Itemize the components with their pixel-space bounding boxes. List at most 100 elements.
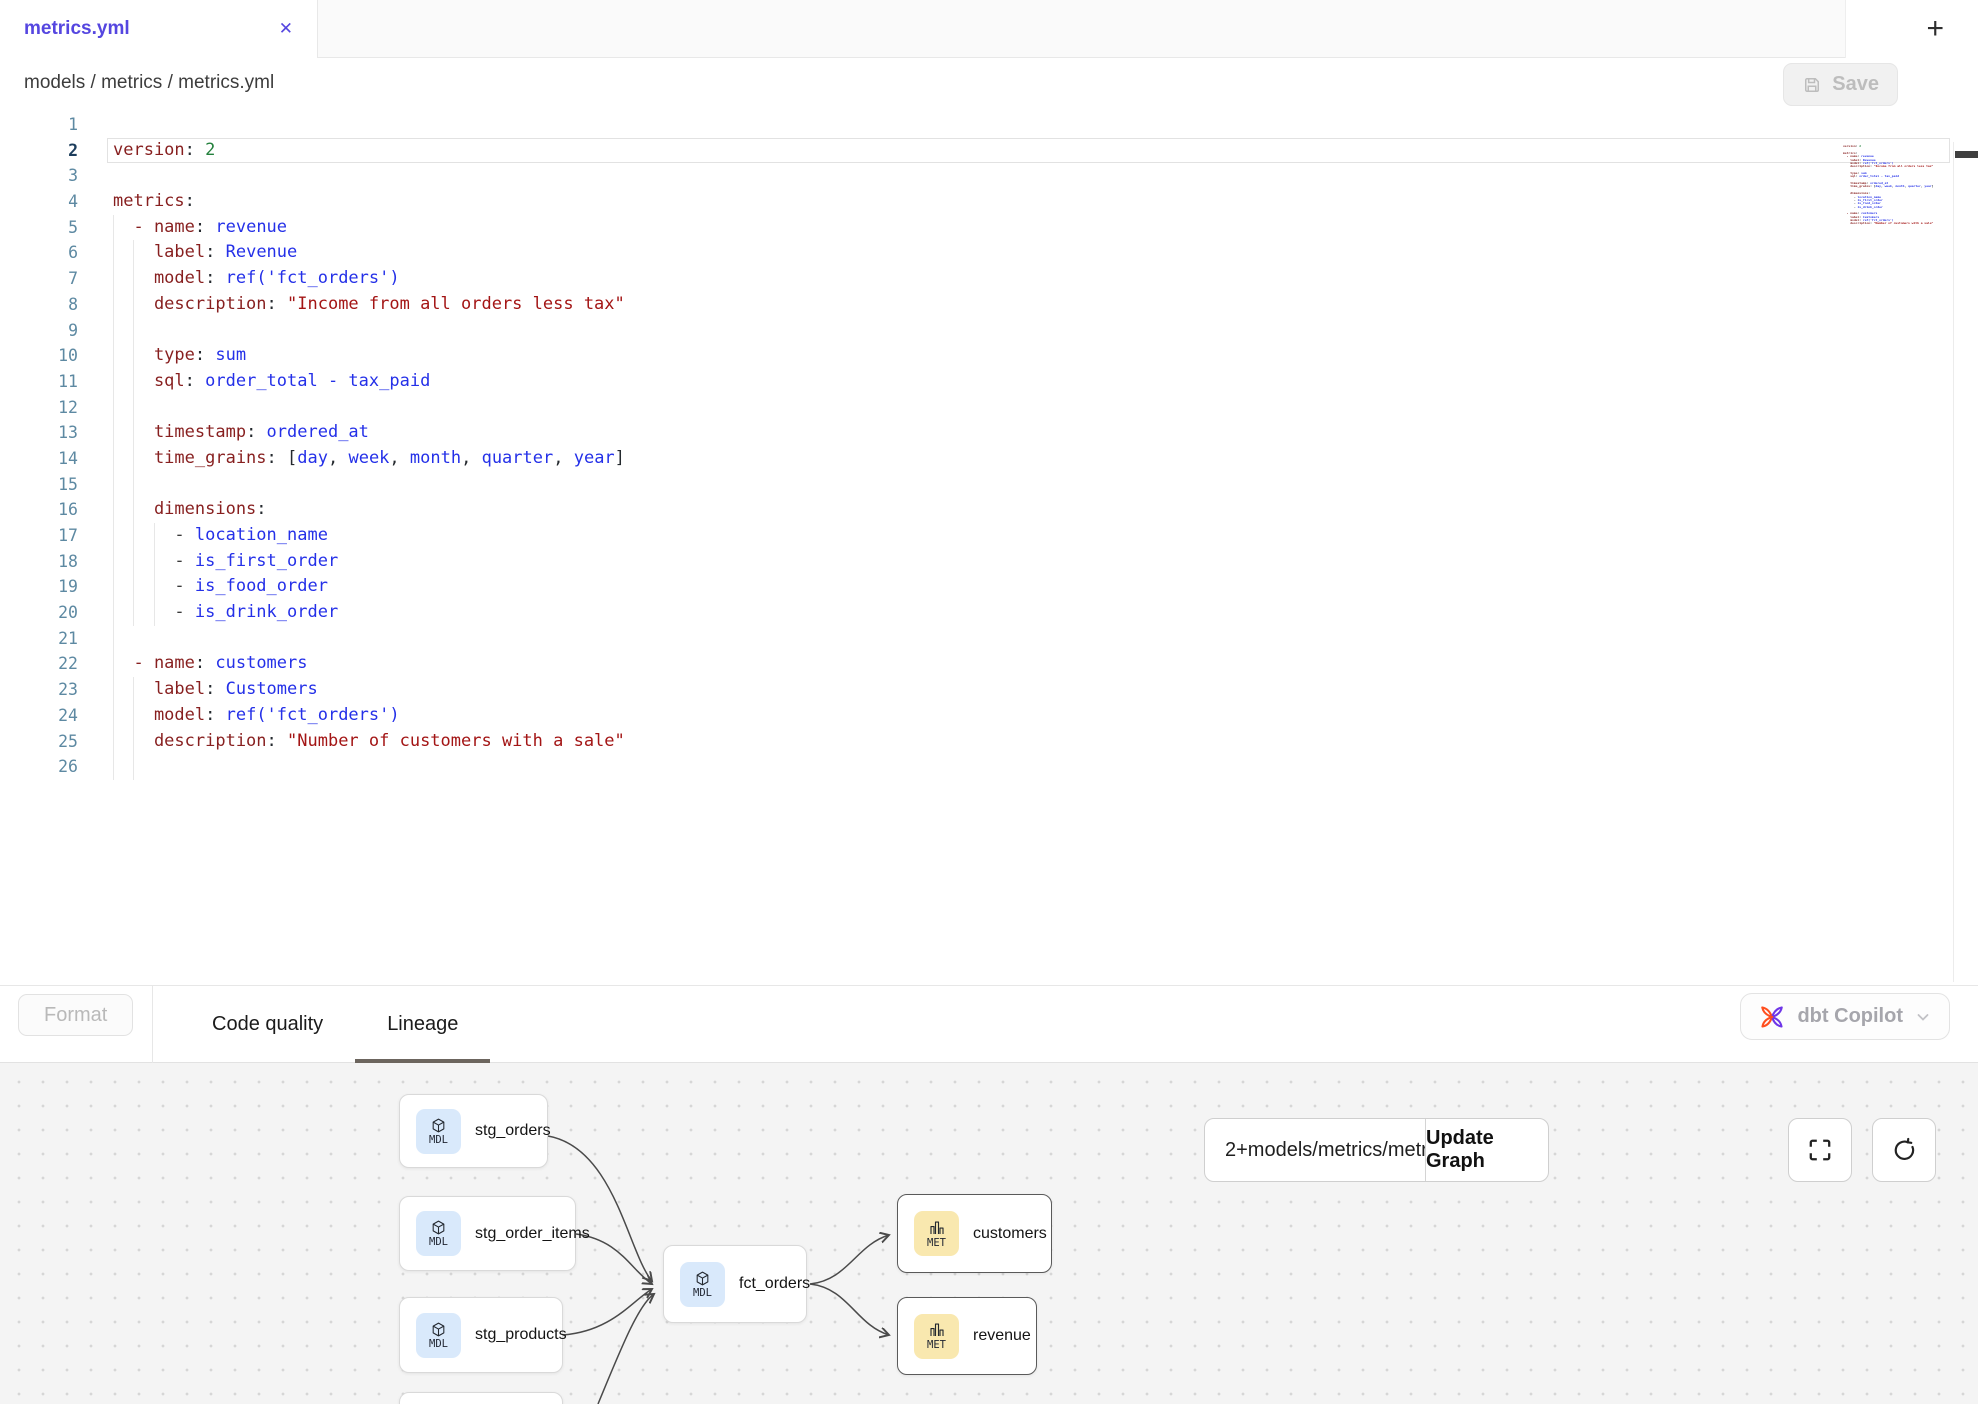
toolbar-tabs: Code qualityLineage xyxy=(180,986,490,1063)
lineage-node-fct_orders[interactable]: MDL fct_orders xyxy=(663,1245,807,1323)
line-number: 4 xyxy=(0,189,78,215)
dbt-copilot-label: dbt Copilot xyxy=(1797,1005,1903,1028)
node-label: stg_order_items xyxy=(475,1225,590,1243)
line-number: 2 xyxy=(0,138,78,164)
line-number: 25 xyxy=(0,729,78,755)
line-number: 12 xyxy=(0,395,78,421)
bar-chart-icon xyxy=(928,1321,946,1339)
format-button[interactable]: Format xyxy=(18,994,133,1036)
minimap[interactable]: version: 2 metrics: - name: revenue labe… xyxy=(1843,142,1948,229)
line-number: 10 xyxy=(0,343,78,369)
line-number: 21 xyxy=(0,626,78,652)
code-line-6[interactable]: 6label: Revenue xyxy=(0,240,1978,266)
refresh-icon xyxy=(1891,1137,1917,1163)
lineage-graph[interactable]: MDL stg_orders MDL stg_order_items MDL s… xyxy=(0,1063,1978,1404)
node-label: revenue xyxy=(973,1327,1031,1345)
node-label: stg_products xyxy=(475,1326,567,1344)
line-content: - is_drink_order xyxy=(113,600,338,626)
line-content xyxy=(113,318,154,344)
code-line-25[interactable]: 25description: "Number of customers with… xyxy=(0,729,1978,755)
metric-badge: MET xyxy=(914,1211,959,1256)
line-content: dimensions: xyxy=(113,497,267,523)
line-number: 26 xyxy=(0,754,78,780)
toolbar-divider xyxy=(152,986,153,1063)
fullscreen-button[interactable] xyxy=(1788,1118,1852,1182)
line-number: 19 xyxy=(0,574,78,600)
tab-lineage[interactable]: Lineage xyxy=(355,986,490,1063)
line-number: 16 xyxy=(0,497,78,523)
lineage-node-revenue[interactable]: MET revenue xyxy=(897,1297,1037,1375)
lineage-node-customers[interactable]: MET customers xyxy=(897,1194,1052,1273)
line-number: 13 xyxy=(0,420,78,446)
code-line-23[interactable]: 23label: Customers xyxy=(0,677,1978,703)
code-line-26[interactable]: 26 xyxy=(0,754,1978,780)
node-label: customers xyxy=(973,1225,1047,1243)
line-content: description: "Income from all orders les… xyxy=(113,292,625,318)
code-line-19[interactable]: 19- is_food_order xyxy=(0,574,1978,600)
line-content: version: 2 xyxy=(113,138,215,164)
code-line-5[interactable]: 5- name: revenue xyxy=(0,215,1978,241)
line-content xyxy=(113,626,133,652)
code-line-10[interactable]: 10 type: sum xyxy=(0,343,1978,369)
tab-metrics-yml[interactable]: metrics.yml ✕ xyxy=(0,0,318,58)
line-content: sql: order_total - tax_paid xyxy=(113,369,430,395)
code-line-9[interactable]: 9 xyxy=(0,318,1978,344)
line-number: 17 xyxy=(0,523,78,549)
model-badge: MDL xyxy=(416,1313,461,1358)
line-content xyxy=(113,754,154,780)
cube-icon xyxy=(430,1117,447,1134)
graph-filter-bar: 2+models/metrics/metrics.y Update Graph xyxy=(1204,1118,1549,1182)
cube-icon xyxy=(430,1219,447,1236)
code-line-14[interactable]: 14time_grains: [day, week, month, quarte… xyxy=(0,446,1978,472)
minimap-line: description: "Number of customers with a… xyxy=(1843,222,1948,225)
code-line-4[interactable]: 4metrics: xyxy=(0,189,1978,215)
lineage-node-stg_order_items[interactable]: MDL stg_order_items xyxy=(399,1196,576,1271)
line-number: 11 xyxy=(0,369,78,395)
code-line-2[interactable]: 2 version: 2 xyxy=(0,138,1978,164)
code-editor[interactable]: 12 version: 234metrics:5- name: revenue6l… xyxy=(0,110,1978,985)
code-line-22[interactable]: 22- name: customers xyxy=(0,651,1978,677)
code-line-3[interactable]: 3 xyxy=(0,163,1978,189)
editor-ruler xyxy=(1953,142,1954,982)
line-content: - is_first_order xyxy=(113,549,338,575)
code-line-16[interactable]: 16 dimensions: xyxy=(0,497,1978,523)
breadcrumb: models / metrics / metrics.yml xyxy=(24,72,274,94)
code-line-13[interactable]: 13 timestamp: ordered_at xyxy=(0,420,1978,446)
code-line-1[interactable]: 1 xyxy=(0,112,1978,138)
code-line-7[interactable]: 7model: ref('fct_orders') xyxy=(0,266,1978,292)
chevron-down-icon xyxy=(1915,1009,1931,1025)
minimap-line: time_grains: [day, week, month, quarter,… xyxy=(1843,185,1948,188)
close-icon[interactable]: ✕ xyxy=(279,19,293,39)
new-tab-icon[interactable]: + xyxy=(1926,14,1944,44)
line-content: type: sum xyxy=(113,343,246,369)
code-line-11[interactable]: 11 sql: order_total - tax_paid xyxy=(0,369,1978,395)
code-line-12[interactable]: 12 xyxy=(0,395,1978,421)
code-line-18[interactable]: 18- is_first_order xyxy=(0,549,1978,575)
update-graph-button[interactable]: Update Graph xyxy=(1426,1119,1548,1181)
tab-strip-empty xyxy=(318,0,1845,58)
code-line-20[interactable]: 20- is_drink_order xyxy=(0,600,1978,626)
code-line-24[interactable]: 24model: ref('fct_orders') xyxy=(0,703,1978,729)
bottom-toolbar: Format Code qualityLineage dbt Copilot xyxy=(0,985,1978,1063)
code-line-8[interactable]: 8 description: "Income from all orders le… xyxy=(0,292,1978,318)
code-line-17[interactable]: 17- location_name xyxy=(0,523,1978,549)
dbt-copilot-button[interactable]: dbt Copilot xyxy=(1740,993,1950,1040)
lineage-node-partial[interactable] xyxy=(399,1392,563,1404)
tab-code-quality[interactable]: Code quality xyxy=(180,986,355,1063)
line-content: label: Revenue xyxy=(113,240,297,266)
refresh-button[interactable] xyxy=(1872,1118,1936,1182)
save-button[interactable]: Save xyxy=(1783,63,1898,106)
node-label: fct_orders xyxy=(739,1275,810,1293)
line-content: timestamp: ordered_at xyxy=(113,420,369,446)
scrollbar-thumb[interactable] xyxy=(1955,151,1978,158)
lineage-node-stg_products[interactable]: MDL stg_products xyxy=(399,1297,563,1373)
line-content: model: ref('fct_orders') xyxy=(113,703,400,729)
line-number: 5 xyxy=(0,215,78,241)
line-content: - name: customers xyxy=(113,651,308,677)
code-line-21[interactable]: 21 xyxy=(0,626,1978,652)
graph-filter-input[interactable]: 2+models/metrics/metrics.y xyxy=(1205,1119,1426,1181)
lineage-node-stg_orders[interactable]: MDL stg_orders xyxy=(399,1094,548,1168)
code-line-15[interactable]: 15 xyxy=(0,472,1978,498)
line-number: 14 xyxy=(0,446,78,472)
line-number: 8 xyxy=(0,292,78,318)
